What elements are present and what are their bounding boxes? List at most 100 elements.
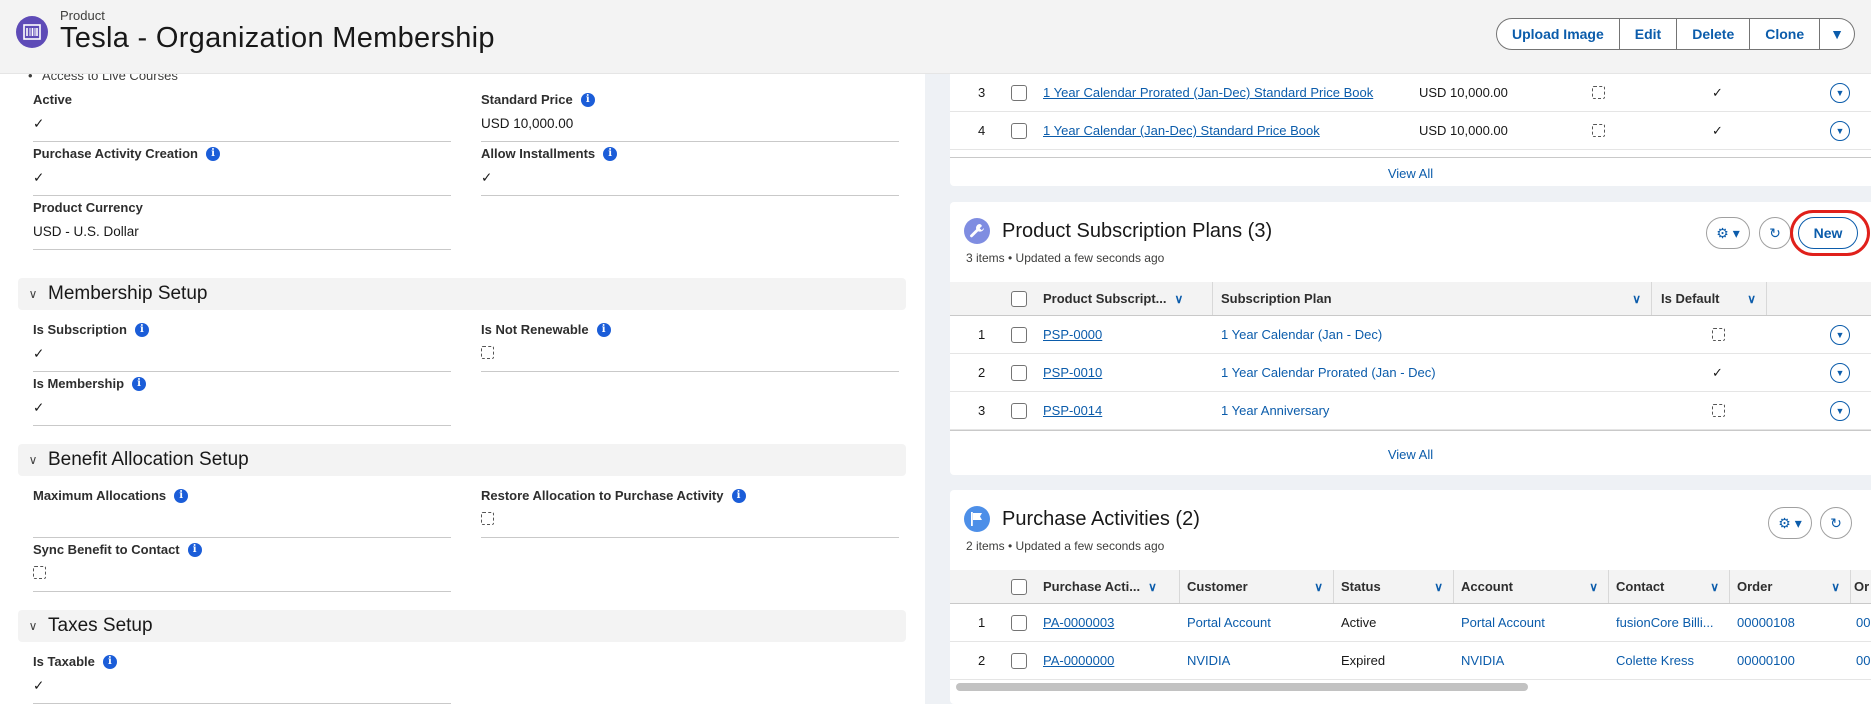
refresh-button[interactable]: ↻	[1820, 507, 1852, 539]
chevron-down-icon: ∨	[1831, 579, 1840, 594]
info-icon[interactable]: i	[731, 488, 746, 503]
subscription-plan-id-link[interactable]: PSP-0014	[1043, 392, 1102, 429]
customer-link[interactable]: Portal Account	[1187, 604, 1271, 641]
column-header[interactable]: Or	[1854, 570, 1869, 603]
flag-icon	[964, 506, 990, 532]
column-header[interactable]: Purchase Acti... ∨	[1043, 570, 1180, 603]
field-label: Is Membership	[33, 376, 125, 391]
subscription-plan-link[interactable]: 1 Year Anniversary	[1211, 392, 1329, 429]
info-icon[interactable]: i	[102, 654, 117, 669]
purchase-activity-link[interactable]: PA-0000000	[1043, 642, 1114, 679]
order-link-truncated[interactable]: 00	[1856, 642, 1870, 679]
refresh-button[interactable]: ↻	[1759, 217, 1791, 249]
info-icon[interactable]: i	[580, 92, 595, 107]
row-checkbox[interactable]	[1011, 122, 1027, 139]
column-header[interactable]: Product Subscript... ∨	[1043, 282, 1213, 315]
subscription-plan-id-link[interactable]: PSP-0000	[1043, 316, 1102, 353]
field-value: USD 10,000.00	[481, 116, 574, 131]
account-link[interactable]: NVIDIA	[1461, 642, 1504, 679]
row-checkbox[interactable]	[1011, 652, 1027, 669]
row-checkbox[interactable]	[1011, 402, 1027, 419]
field-label: Is Taxable	[33, 654, 95, 669]
clone-button[interactable]: Clone	[1750, 18, 1821, 50]
table-row[interactable]: 3 PSP-0014 1 Year Anniversary ▼	[950, 392, 1871, 430]
info-icon[interactable]: i	[205, 146, 220, 161]
column-header[interactable]: Account ∨	[1453, 570, 1609, 603]
chevron-down-icon: ∨	[1710, 579, 1719, 594]
more-actions-button[interactable]: ▼	[1820, 18, 1855, 50]
column-header[interactable]: Subscription Plan ∨	[1211, 282, 1652, 315]
purchase-activity-link[interactable]: PA-0000003	[1043, 604, 1114, 641]
view-all-link[interactable]: View All	[950, 157, 1871, 181]
order-link[interactable]: 00000108	[1737, 604, 1795, 641]
row-checkbox[interactable]	[1011, 364, 1027, 381]
unchecked-box-icon	[481, 346, 494, 359]
wrench-icon	[964, 218, 990, 244]
field-sync-benefit-to-contact: Sync Benefit to Contact i	[33, 538, 451, 592]
subscription-plan-link[interactable]: 1 Year Calendar (Jan - Dec)	[1211, 316, 1382, 353]
customer-link[interactable]: NVIDIA	[1187, 642, 1230, 679]
delete-button[interactable]: Delete	[1677, 18, 1751, 50]
select-all-checkbox[interactable]	[1011, 578, 1027, 595]
table-row[interactable]: 3 1 Year Calendar Prorated (Jan-Dec) Sta…	[950, 74, 1871, 112]
field-label: Maximum Allocations	[33, 488, 167, 503]
row-actions-menu[interactable]: ▼	[1830, 400, 1850, 421]
edit-button[interactable]: Edit	[1619, 18, 1678, 50]
table-row[interactable]: 4 1 Year Calendar (Jan-Dec) Standard Pri…	[950, 112, 1871, 150]
info-icon[interactable]: i	[132, 376, 147, 391]
price-book-link[interactable]: 1 Year Calendar (Jan-Dec) Standard Price…	[1043, 112, 1320, 149]
row-number: 4	[978, 123, 986, 138]
row-actions-menu[interactable]: ▼	[1830, 120, 1850, 141]
info-icon[interactable]: i	[187, 542, 202, 557]
list-settings-button[interactable]: ⚙ ▾	[1706, 217, 1750, 249]
field-label: Product Currency	[33, 200, 143, 215]
check-icon: ✓	[33, 678, 45, 693]
info-icon[interactable]: i	[174, 488, 189, 503]
section-benefit-allocation-setup[interactable]: ∨ Benefit Allocation Setup	[18, 444, 906, 476]
row-checkbox[interactable]	[1011, 84, 1027, 101]
list-settings-button[interactable]: ⚙ ▾	[1768, 507, 1812, 539]
order-link[interactable]: 00000100	[1737, 642, 1795, 679]
column-header[interactable]: Order ∨	[1729, 570, 1851, 603]
chevron-down-icon: ∨	[1174, 291, 1184, 306]
section-taxes-setup[interactable]: ∨ Taxes Setup	[18, 610, 906, 642]
table-row[interactable]: 2 PSP-0010 1 Year Calendar Prorated (Jan…	[950, 354, 1871, 392]
row-actions-menu[interactable]: ▼	[1830, 362, 1850, 383]
contact-link[interactable]: fusionCore Billi...	[1616, 604, 1714, 641]
card-title: Purchase Activities (2)	[1002, 507, 1200, 530]
row-checkbox[interactable]	[1011, 326, 1027, 343]
price-book-link[interactable]: 1 Year Calendar Prorated (Jan-Dec) Stand…	[1043, 74, 1373, 111]
subscription-plan-link[interactable]: 1 Year Calendar Prorated (Jan - Dec)	[1211, 354, 1436, 391]
subscription-plan-id-link[interactable]: PSP-0010	[1043, 354, 1102, 391]
column-header[interactable]: Status ∨	[1333, 570, 1454, 603]
column-header[interactable]: Is Default ∨	[1651, 282, 1767, 315]
column-header[interactable]: Customer ∨	[1179, 570, 1334, 603]
row-number: 2	[978, 653, 986, 668]
row-checkbox[interactable]	[1011, 614, 1027, 631]
order-link-truncated[interactable]: 00	[1856, 604, 1870, 641]
view-all-link[interactable]: View All	[950, 430, 1871, 462]
account-link[interactable]: Portal Account	[1461, 604, 1545, 641]
record-header: Product Tesla - Organization Membership …	[0, 0, 1871, 74]
horizontal-scrollbar[interactable]	[956, 683, 1528, 691]
field-label: Active	[33, 92, 73, 107]
field-label: Is Not Renewable	[481, 322, 589, 337]
contact-link[interactable]: Colette Kress	[1616, 642, 1694, 679]
select-all-checkbox[interactable]	[1011, 290, 1027, 307]
row-number: 1	[978, 327, 986, 342]
row-actions-menu[interactable]: ▼	[1830, 324, 1850, 345]
section-membership-setup[interactable]: ∨ Membership Setup	[18, 278, 906, 310]
card-subtitle: 3 items • Updated a few seconds ago	[966, 251, 1165, 265]
table-row[interactable]: 2 PA-0000000 NVIDIA Expired NVIDIA Colet…	[950, 642, 1871, 680]
upload-image-button[interactable]: Upload Image	[1495, 18, 1620, 50]
bullet-item: Access to Live Courses	[28, 74, 178, 83]
column-header[interactable]: Contact ∨	[1608, 570, 1730, 603]
field-standard-price: Standard Price i USD 10,000.00	[481, 88, 899, 142]
table-row[interactable]: 1 PA-0000003 Portal Account Active Porta…	[950, 604, 1871, 642]
info-icon[interactable]: i	[134, 322, 149, 337]
check-icon: ✓	[1712, 364, 1723, 380]
info-icon[interactable]: i	[603, 146, 618, 161]
row-actions-menu[interactable]: ▼	[1830, 82, 1850, 103]
info-icon[interactable]: i	[596, 322, 611, 337]
table-row[interactable]: 1 PSP-0000 1 Year Calendar (Jan - Dec) ▼	[950, 316, 1871, 354]
